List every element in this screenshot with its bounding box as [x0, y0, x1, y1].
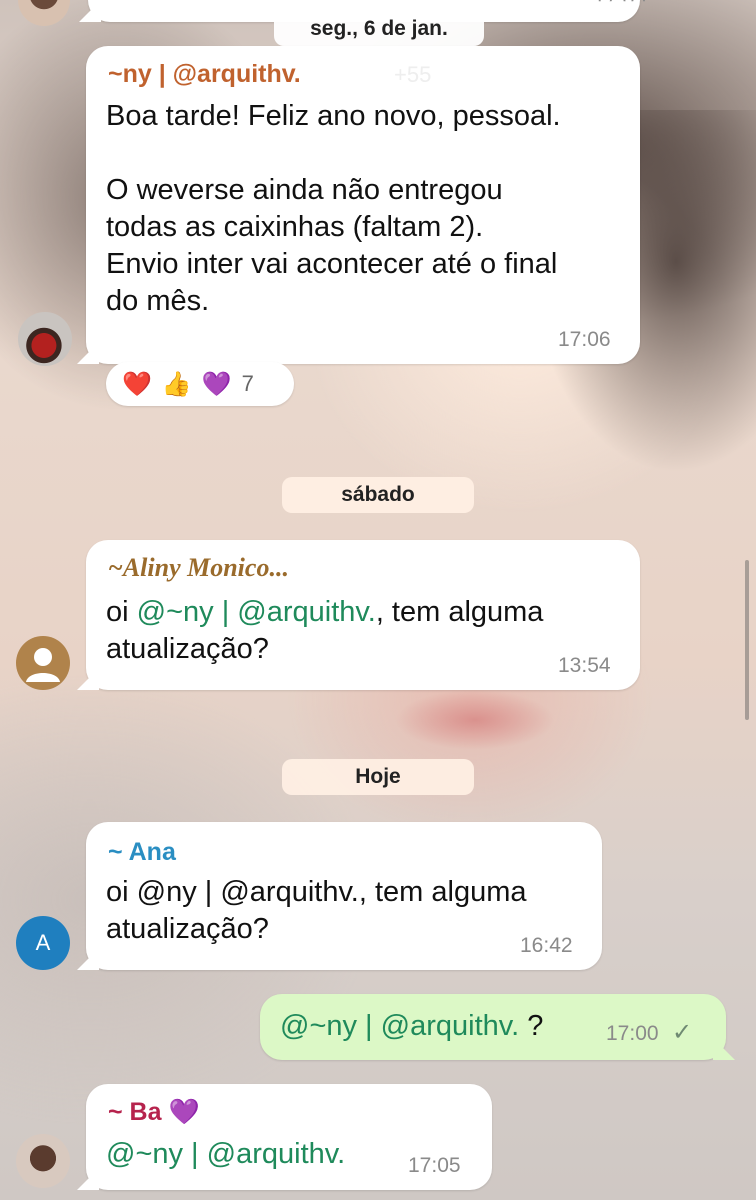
date-label: sábado [341, 483, 415, 506]
scrollbar[interactable] [745, 560, 749, 720]
sender-phone: +55 [394, 62, 432, 87]
reaction-count: 7 [241, 371, 254, 396]
purple-heart-icon: 💜 [201, 370, 232, 398]
mention-link[interactable]: @~ny | @arquithv. [137, 596, 376, 628]
avatar[interactable] [16, 1134, 70, 1188]
avatar[interactable] [18, 0, 70, 26]
mention-link[interactable]: @~ny | @arquithv. [106, 1138, 345, 1170]
wallpaper-detail [395, 690, 555, 750]
sender-name: ~Aliny Monico... [108, 553, 289, 582]
date-separator: seg., 6 de jan. [274, 12, 484, 46]
sent-check-icon: ✓ [672, 1019, 693, 1046]
reactions-bar[interactable]: ❤️ 👍 💜 7 [106, 362, 294, 406]
message-time: 13:54 [558, 654, 611, 677]
message-text: @~ny | @arquithv. [106, 1136, 345, 1173]
message-bubble-outgoing[interactable]: @~ny | @arquithv. ? 17:00 ✓ [260, 994, 726, 1060]
message-bubble[interactable]: ~Aliny Monico... oi @~ny | @arquithv., t… [86, 540, 640, 690]
date-separator: Hoje [282, 759, 474, 795]
message-time: 17:00 [606, 1022, 659, 1045]
message-text: oi @~ny | @arquithv., tem alguma atualiz… [106, 596, 544, 665]
date-label: Hoje [355, 765, 401, 788]
avatar-letter: A [35, 930, 51, 955]
sender-name: ~ Ana [108, 838, 176, 866]
avatar[interactable] [16, 636, 70, 690]
message-bubble[interactable]: ~ny | @arquithv. +55 Boa tarde! Feliz an… [86, 46, 640, 364]
heart-icon: ❤️ [122, 370, 152, 398]
date-label: seg., 6 de jan. [310, 17, 448, 40]
sender-name: ~ny | @arquithv. [110, 0, 303, 14]
message-time: 17:05 [408, 1154, 461, 1177]
purple-heart-icon: 💜 [168, 1098, 200, 1126]
mention-link[interactable]: @~ny | @arquithv. [280, 1010, 519, 1042]
message-time: 16:42 [520, 934, 573, 957]
avatar[interactable] [18, 312, 72, 366]
message-bubble[interactable]: ~ Ana oi @ny | @arquithv., tem alguma at… [86, 822, 602, 970]
message-bubble[interactable]: ~ Ba 💜 @~ny | @arquithv. 17:05 [86, 1084, 492, 1190]
sender-name: ~ Ba 💜 [108, 1098, 200, 1126]
person-icon [26, 648, 60, 682]
message-text: @~ny | @arquithv. ? [280, 1010, 544, 1042]
avatar[interactable]: A [16, 916, 70, 970]
thumbs-up-icon: 👍 [161, 370, 192, 398]
message-text: Boa tarde! Feliz ano novo, pessoal. O we… [106, 100, 561, 317]
message-time: 17:06 [558, 328, 611, 351]
sender-name: ~ny | @arquithv. [108, 60, 301, 88]
date-separator: sábado [282, 477, 474, 513]
message-time: 17:05 [593, 0, 646, 1]
